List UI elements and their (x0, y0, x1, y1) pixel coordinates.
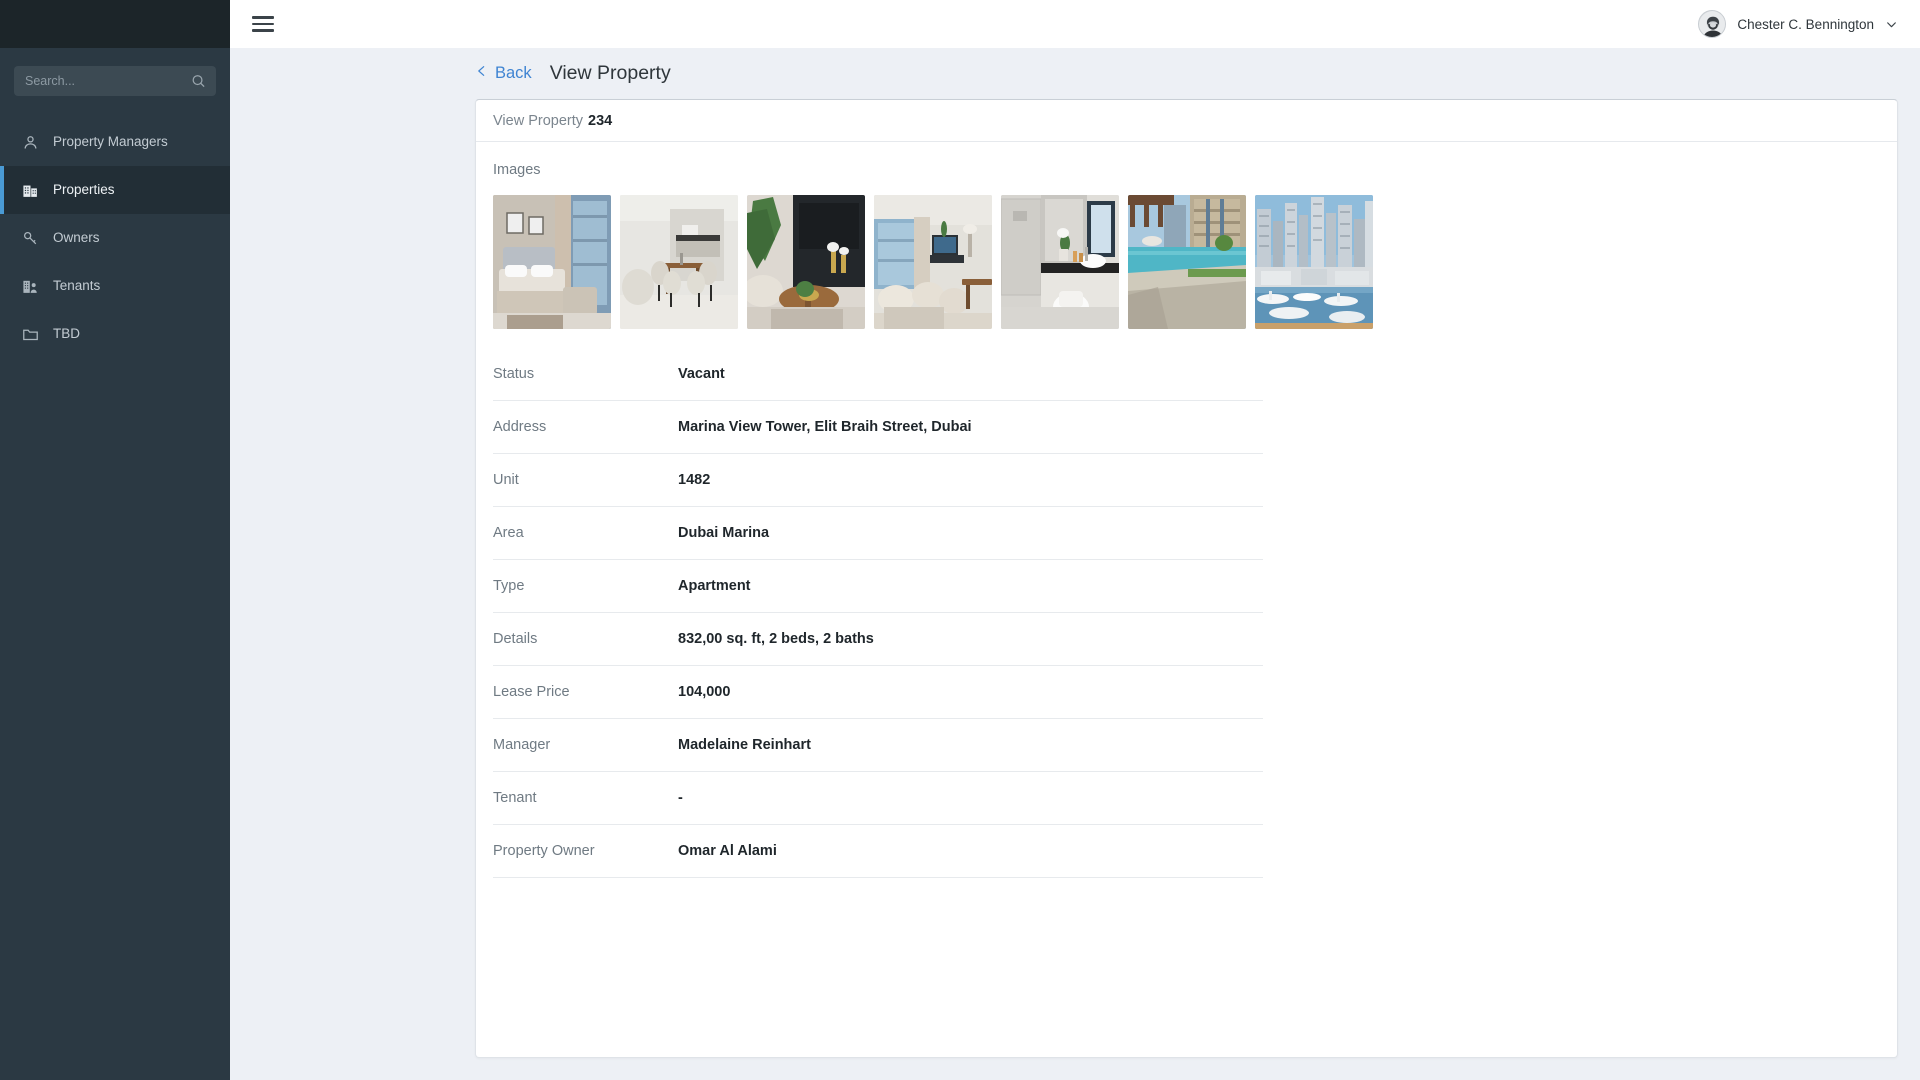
key-icon (22, 230, 39, 247)
detail-value: Dubai Marina (678, 525, 770, 541)
detail-value: 1482 (678, 472, 711, 488)
bedroom-photo[interactable] (493, 195, 611, 329)
sidebar-item-owners[interactable]: Owners (0, 214, 230, 262)
table-row: Unit 1482 (493, 454, 1263, 507)
dining-area-photo[interactable] (620, 195, 738, 329)
sidebar-item-property-managers[interactable]: Property Managers (0, 118, 230, 166)
sidebar-item-properties[interactable]: Properties (0, 166, 230, 214)
avatar (1698, 10, 1727, 38)
living-room-photo[interactable] (747, 195, 865, 329)
table-row: Property Owner Omar Al Alami (493, 825, 1263, 878)
detail-label: Tenant (493, 790, 537, 806)
card-body: Images Status Vacant Address Marina View… (476, 142, 1897, 878)
marina-view-photo[interactable] (1255, 195, 1373, 329)
lounge-photo[interactable] (874, 195, 992, 329)
user-icon (22, 134, 39, 151)
chevron-left-icon (475, 63, 488, 84)
back-button[interactable]: Back (475, 63, 532, 84)
detail-label: Manager (493, 737, 551, 753)
user-name: Chester C. Bennington (1737, 16, 1874, 32)
chevron-down-icon[interactable] (1885, 18, 1898, 31)
property-card: View Property 234 Images Status Vacant A… (475, 99, 1898, 1058)
sidebar-item-label: TBD (53, 326, 80, 342)
search-box[interactable] (14, 66, 216, 96)
detail-label: Property Owner (493, 843, 595, 859)
detail-value: 832,00 sq. ft, 2 beds, 2 baths (678, 631, 874, 647)
table-row: Type Apartment (493, 560, 1263, 613)
card-heading-prefix: View Property (493, 112, 583, 129)
page-title: View Property (549, 62, 671, 84)
detail-label: Status (493, 366, 535, 382)
sidebar-item-label: Owners (53, 230, 100, 246)
table-row: Manager Madelaine Reinhart (493, 719, 1263, 772)
card-heading-id: 234 (588, 112, 613, 129)
card-heading: View Property 234 (476, 100, 1897, 142)
pool-photo[interactable] (1128, 195, 1246, 329)
image-gallery (493, 195, 1880, 329)
sidebar-search-wrap (0, 48, 230, 96)
detail-value: Omar Al Alami (678, 843, 777, 859)
user-menu[interactable]: Chester C. Bennington (1698, 10, 1898, 38)
sidebar-item-label: Property Managers (53, 134, 168, 150)
search-input[interactable] (14, 66, 216, 96)
building-user-icon (22, 278, 39, 295)
sidebar-nav: Property Managers Properties Owners Tena… (0, 118, 230, 358)
search-icon[interactable] (191, 74, 206, 89)
sidebar-item-tenants[interactable]: Tenants (0, 262, 230, 310)
main-area: Chester C. Bennington Back View Property (230, 0, 1920, 1080)
table-row: Tenant - (493, 772, 1263, 825)
detail-label: Area (493, 525, 524, 541)
sidebar-item-label: Tenants (53, 278, 101, 294)
sidebar-item-label: Properties (53, 182, 115, 198)
detail-label: Address (493, 419, 547, 435)
detail-value: Apartment (678, 578, 751, 594)
images-label: Images (493, 162, 541, 178)
detail-value: - (678, 790, 683, 806)
detail-value: Madelaine Reinhart (678, 737, 811, 753)
topbar: Chester C. Bennington (230, 0, 1920, 48)
page-header: Back View Property (230, 48, 1920, 99)
detail-value: Vacant (678, 366, 725, 382)
hamburger-icon[interactable] (252, 16, 274, 32)
table-row: Status Vacant (493, 348, 1263, 401)
table-row: Lease Price 104,000 (493, 666, 1263, 719)
sidebar-header (0, 0, 230, 48)
back-label: Back (495, 64, 532, 82)
property-details-table: Status Vacant Address Marina View Tower,… (493, 348, 1263, 878)
detail-label: Lease Price (493, 684, 570, 700)
table-row: Address Marina View Tower, Elit Braih St… (493, 401, 1263, 454)
detail-value: 104,000 (678, 684, 731, 700)
detail-value: Marina View Tower, Elit Braih Street, Du… (678, 419, 972, 435)
detail-label: Type (493, 578, 525, 594)
table-row: Area Dubai Marina (493, 507, 1263, 560)
detail-label: Details (493, 631, 538, 647)
sidebar: Property Managers (0, 0, 230, 1080)
sidebar-item-tbd[interactable]: TBD (0, 310, 230, 358)
app-root: Property Managers (0, 0, 1920, 1080)
folder-icon (22, 326, 39, 343)
detail-label: Unit (493, 472, 519, 488)
table-row: Details 832,00 sq. ft, 2 beds, 2 baths (493, 613, 1263, 666)
bathroom-photo[interactable] (1001, 195, 1119, 329)
buildings-icon (22, 182, 39, 199)
